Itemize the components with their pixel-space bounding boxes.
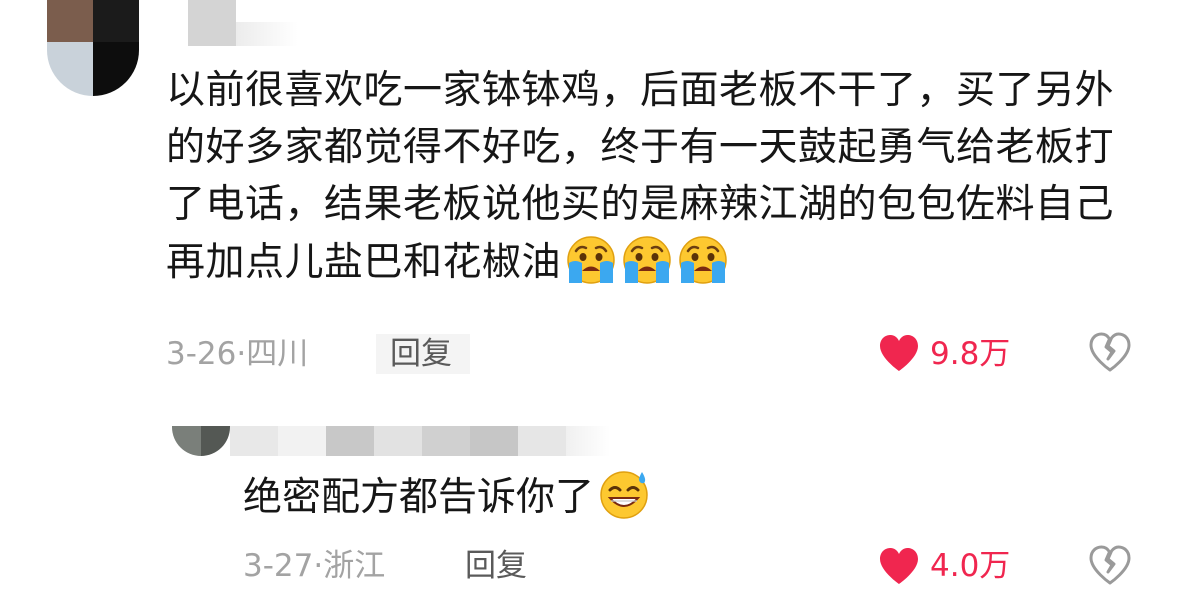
comment-body: 以前很喜欢吃一家钵钵鸡，后面老板不干了，买了另外的好多家都觉得不好吃，终于有一天…	[166, 62, 1141, 291]
reply-button[interactable]: 回复	[465, 546, 527, 586]
username-blurred[interactable]	[188, 0, 236, 46]
grinning-sweat-face-emoji-icon	[598, 468, 650, 520]
comment-meta: 3-27·浙江	[243, 546, 385, 586]
comment-date: 3-26	[166, 336, 237, 372]
crying-face-emoji-icon	[565, 233, 617, 285]
avatar[interactable]	[172, 426, 230, 456]
avatar[interactable]	[47, 0, 139, 96]
reply-text: 绝密配方都告诉你了	[243, 475, 595, 520]
heart-icon[interactable]	[878, 333, 920, 373]
comment-location: 四川	[246, 336, 309, 372]
broken-heart-icon[interactable]	[1088, 331, 1132, 373]
heart-icon[interactable]	[878, 546, 920, 586]
like-count: 4.0万	[930, 548, 1011, 584]
reply-body: 绝密配方都告诉你了	[243, 468, 650, 526]
reply-button[interactable]: 回复	[390, 334, 452, 374]
comment-location: 浙江	[323, 548, 386, 584]
comment-date: 3-27	[243, 548, 314, 584]
comment-meta: 3-26·四川	[166, 334, 308, 374]
crying-face-emoji-icon	[677, 233, 729, 285]
meta-separator: ·	[236, 336, 247, 372]
crying-face-emoji-icon	[621, 233, 673, 285]
username-blurred-fade	[236, 22, 298, 46]
broken-heart-icon[interactable]	[1088, 544, 1132, 586]
username-blurred[interactable]	[230, 426, 610, 456]
meta-separator: ·	[313, 548, 324, 584]
like-count: 9.8万	[930, 336, 1011, 372]
